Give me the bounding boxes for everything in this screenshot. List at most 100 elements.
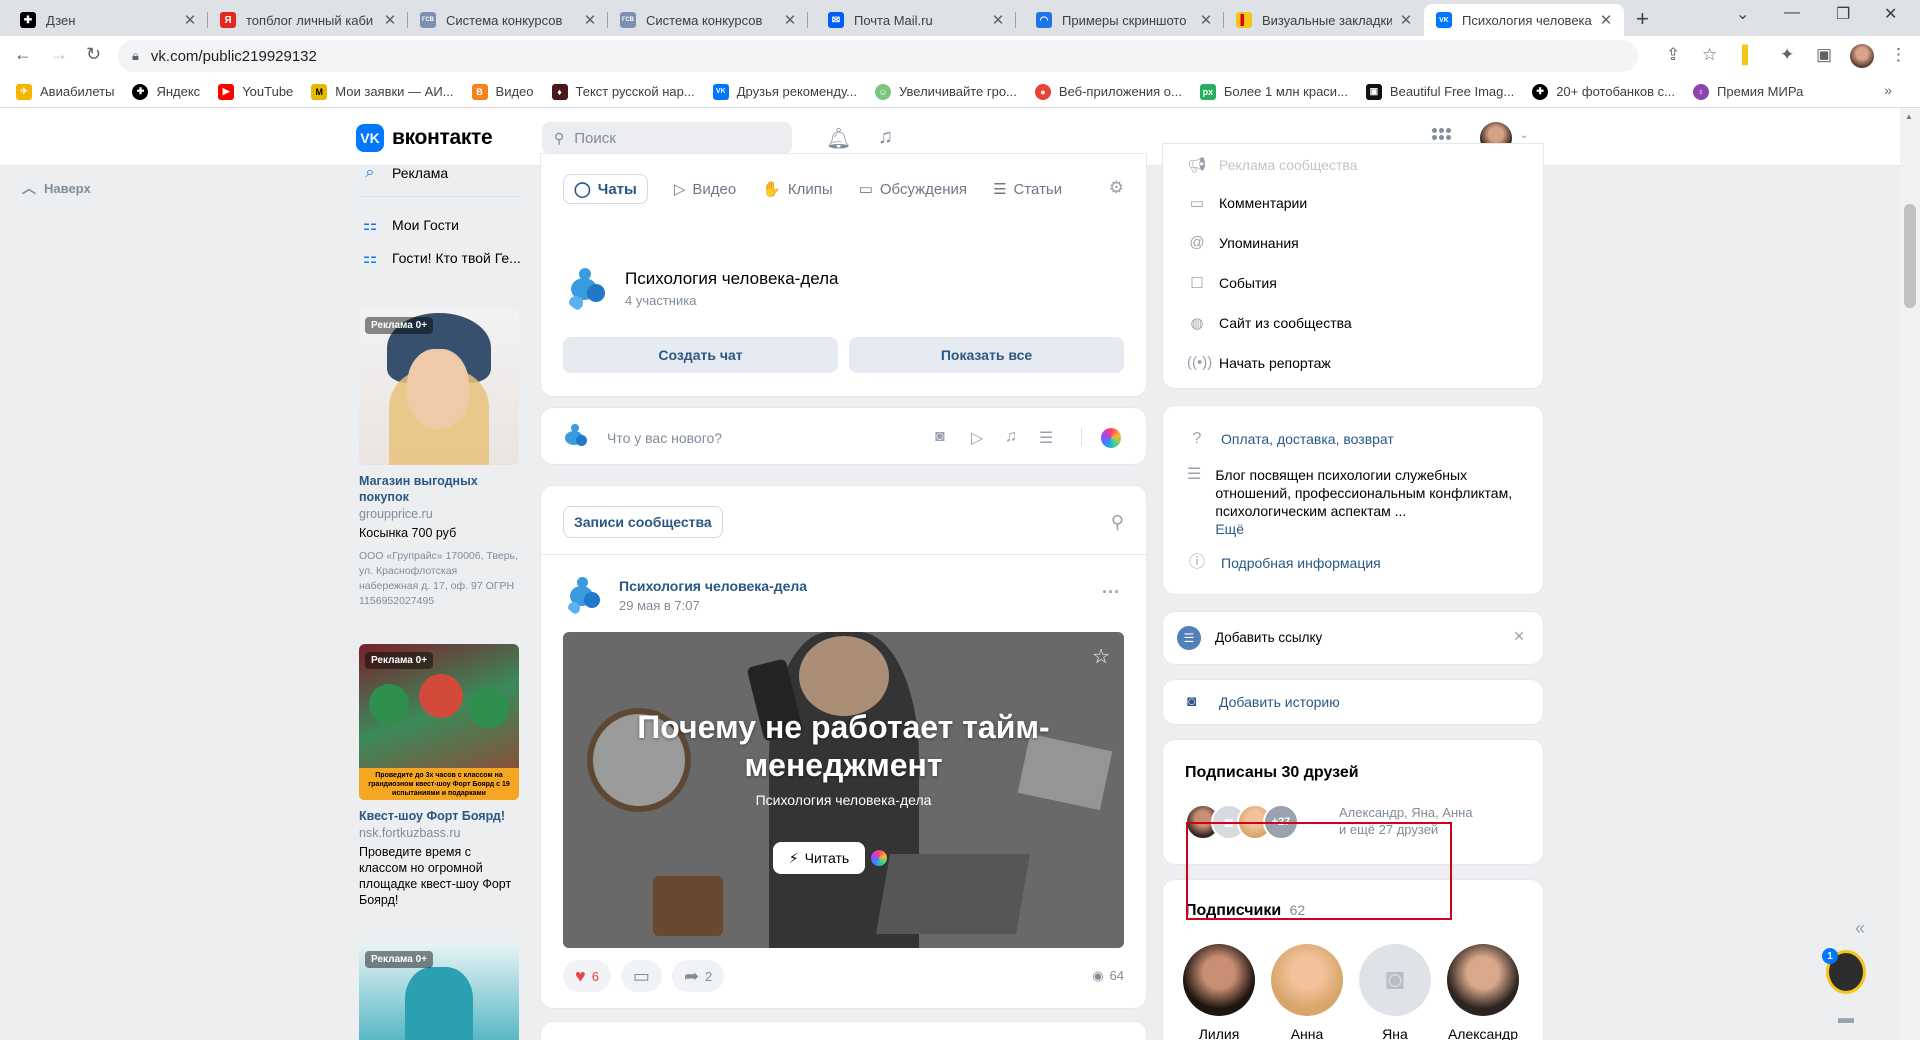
scrollbar-thumb[interactable] xyxy=(1904,204,1916,308)
restore-icon[interactable]: ❐ xyxy=(1836,4,1850,24)
menu-events[interactable]: ☐ События xyxy=(1187,274,1277,292)
tab-screenshots[interactable]: ◠ Примеры скриншото ✕ xyxy=(1024,4,1224,36)
bookmark-item[interactable]: ♀ Премия МИРа xyxy=(1693,83,1803,100)
vk-logo[interactable]: VK вконтакте xyxy=(356,124,493,152)
post-author[interactable]: Психология человека-дела xyxy=(619,578,807,594)
forward-icon[interactable]: → xyxy=(50,44,68,65)
close-icon[interactable]: ✕ xyxy=(382,11,398,29)
show-all-button[interactable]: Показать все xyxy=(849,337,1124,373)
tab-vk-active[interactable]: VK Психология человека ✕ xyxy=(1424,4,1624,36)
bookmark-star-icon[interactable]: ☆ xyxy=(1092,644,1110,669)
add-story-button[interactable]: Добавить историю xyxy=(1219,694,1340,710)
details-row[interactable]: ⓘ Подробная информация xyxy=(1187,554,1381,572)
search-input[interactable]: ⚲ Поиск xyxy=(542,122,792,154)
comment-button[interactable]: ▭ xyxy=(620,960,662,992)
close-window-icon[interactable]: ✕ xyxy=(1884,4,1897,24)
extensions-icon[interactable]: ✦ xyxy=(1780,45,1794,65)
author-avatar[interactable] xyxy=(563,574,605,616)
menu-site[interactable]: ◍ Сайт из сообщества xyxy=(1187,314,1351,332)
collapse-icon[interactable]: « xyxy=(1855,918,1865,939)
article-icon[interactable]: ☰ xyxy=(1039,428,1053,448)
close-icon[interactable]: ✕ xyxy=(1398,11,1414,29)
star-icon[interactable]: ☆ xyxy=(1702,45,1717,65)
search-icon[interactable]: ⚲ xyxy=(1111,512,1124,533)
close-icon[interactable]: ✕ xyxy=(1598,11,1614,29)
tab-discussions[interactable]: ▭ Обсуждения xyxy=(859,174,967,204)
follower-item[interactable]: Лилия xyxy=(1175,944,1263,1040)
wall-tab[interactable]: Записи сообщества xyxy=(563,506,723,538)
more-icon[interactable]: ··· xyxy=(1102,582,1120,603)
gear-icon[interactable]: ⚙ xyxy=(1109,178,1124,198)
post-date[interactable]: 29 мая в 7:07 xyxy=(619,598,807,613)
music-icon[interactable]: ♫ xyxy=(1005,428,1017,446)
ad-image[interactable]: Проведите до 3х часов с классом на гранд… xyxy=(359,644,519,800)
tab-contest-2[interactable]: ГСВ Система конкурсов ✕ xyxy=(608,4,808,36)
follower-item[interactable]: Александр xyxy=(1439,944,1527,1040)
share-icon[interactable]: ⇪ xyxy=(1666,45,1680,65)
chat-item[interactable]: Психология человека-дела 4 участника xyxy=(563,264,839,312)
read-button[interactable]: ⚡︎ Читать xyxy=(773,842,865,874)
profile-avatar[interactable] xyxy=(1850,44,1874,68)
bookmark-item[interactable]: ☺ Увеличивайте гро... xyxy=(874,83,1017,100)
ad-title[interactable]: Квест-шоу Форт Боярд! xyxy=(359,808,519,824)
close-icon[interactable]: ✕ xyxy=(782,11,798,29)
bookmark-item[interactable]: ✚ Яндекс xyxy=(132,83,200,100)
create-chat-button[interactable]: Создать чат xyxy=(563,337,838,373)
tab-video[interactable]: ▷ Видео xyxy=(674,174,736,204)
bookmark-item[interactable]: ✈ Авиабилеты xyxy=(16,83,114,100)
bookmark-item[interactable]: ♦ Текст русской нар... xyxy=(551,83,695,100)
reload-icon[interactable]: ↻ xyxy=(86,44,101,65)
page-scrollbar[interactable]: ▲ xyxy=(1900,108,1920,1040)
music-icon[interactable]: ♫ xyxy=(878,126,893,149)
tab-clips[interactable]: ✋ Клипы xyxy=(762,174,832,204)
menu-community-ads[interactable]: 📢︎ Реклама сообщества xyxy=(1187,156,1357,174)
tab-contest-1[interactable]: ГСВ Система конкурсов ✕ xyxy=(408,4,608,36)
menu-comments[interactable]: ▭ Комментарии xyxy=(1187,194,1307,212)
share-button[interactable]: ➦ 2 xyxy=(671,960,725,992)
more-bookmarks-icon[interactable]: » xyxy=(1884,82,1892,98)
left-menu-ads[interactable]: ⌕ Реклама xyxy=(360,163,449,183)
ad-title[interactable]: Магазин выгодных покупок xyxy=(359,473,519,505)
tab-chats[interactable]: ◯ Чаты xyxy=(563,174,648,204)
add-link-button[interactable]: Добавить ссылку xyxy=(1215,630,1322,645)
follower-item[interactable]: Анна xyxy=(1263,944,1351,1040)
close-icon[interactable]: ✕ xyxy=(990,11,1006,29)
bookmark-item[interactable]: VK Друзья рекоменду... xyxy=(712,83,857,100)
video-icon[interactable]: ▷ xyxy=(971,428,983,448)
chat-bubble-icon[interactable]: ▬ xyxy=(1838,1010,1854,1028)
bookmark-item[interactable]: ▣ Beautiful Free Imag... xyxy=(1365,83,1514,100)
bookmark-item[interactable]: ▶ YouTube xyxy=(218,83,293,100)
close-icon[interactable]: ✕ xyxy=(1513,628,1525,645)
ad-block[interactable]: Проведите до 3х часов с классом на гранд… xyxy=(359,644,519,908)
close-icon[interactable]: ✕ xyxy=(582,11,598,29)
left-menu-guests-game[interactable]: ⚏ Гости! Кто твой Ге... xyxy=(360,248,521,268)
follower-item[interactable]: ◙ Яна xyxy=(1351,944,1439,1040)
new-tab-button[interactable]: + xyxy=(1636,6,1649,32)
scroll-up-icon[interactable]: ▲ xyxy=(1905,112,1913,121)
close-icon[interactable]: ✕ xyxy=(1198,11,1214,29)
camera-icon[interactable]: ◙ xyxy=(935,428,945,446)
back-icon[interactable]: ← xyxy=(14,44,32,65)
article-snippet[interactable]: ☆ Почему не работает тайм-менеджмент Пси… xyxy=(563,632,1124,948)
menu-broadcast[interactable]: ((•)) Начать репортаж xyxy=(1187,354,1331,371)
tab-search-icon[interactable]: ⌄ xyxy=(1736,4,1749,24)
tab-visual-bookmarks[interactable]: ▌ Визуальные закладки ✕ xyxy=(1224,4,1424,36)
side-panel-icon[interactable]: ▣ xyxy=(1816,45,1832,65)
tab-mail[interactable]: ✉ Почта Mail.ru ✕ xyxy=(816,4,1016,36)
bell-icon[interactable]: 🔔︎ xyxy=(826,126,851,151)
tab-topblog[interactable]: Я топблог личный каби ✕ xyxy=(208,4,408,36)
ai-icon[interactable] xyxy=(871,850,887,866)
more-link[interactable]: Ещё xyxy=(1215,521,1244,537)
details-link[interactable]: Подробная информация xyxy=(1221,554,1381,572)
payment-row[interactable]: ? Оплата, доставка, возврат xyxy=(1187,430,1394,448)
bookmark-item[interactable]: px Более 1 млн краси... xyxy=(1199,83,1348,100)
menu-mentions[interactable]: @ Упоминания xyxy=(1187,234,1298,251)
menu-icon[interactable]: ⋮ xyxy=(1890,45,1907,65)
tab-dzen[interactable]: ✚ Дзен ✕ xyxy=(8,4,208,36)
bookmark-item[interactable]: ✚ 20+ фотобанков с... xyxy=(1532,83,1675,100)
address-bar[interactable]: 🔒︎ vk.com/public219929132 xyxy=(118,40,1638,72)
payment-link[interactable]: Оплата, доставка, возврат xyxy=(1221,430,1394,448)
bookmark-item[interactable]: В Видео xyxy=(471,83,534,100)
friends-title[interactable]: Подписаны 30 друзей xyxy=(1185,764,1359,782)
ad-block[interactable]: Реклама 0+ xyxy=(359,943,519,1040)
